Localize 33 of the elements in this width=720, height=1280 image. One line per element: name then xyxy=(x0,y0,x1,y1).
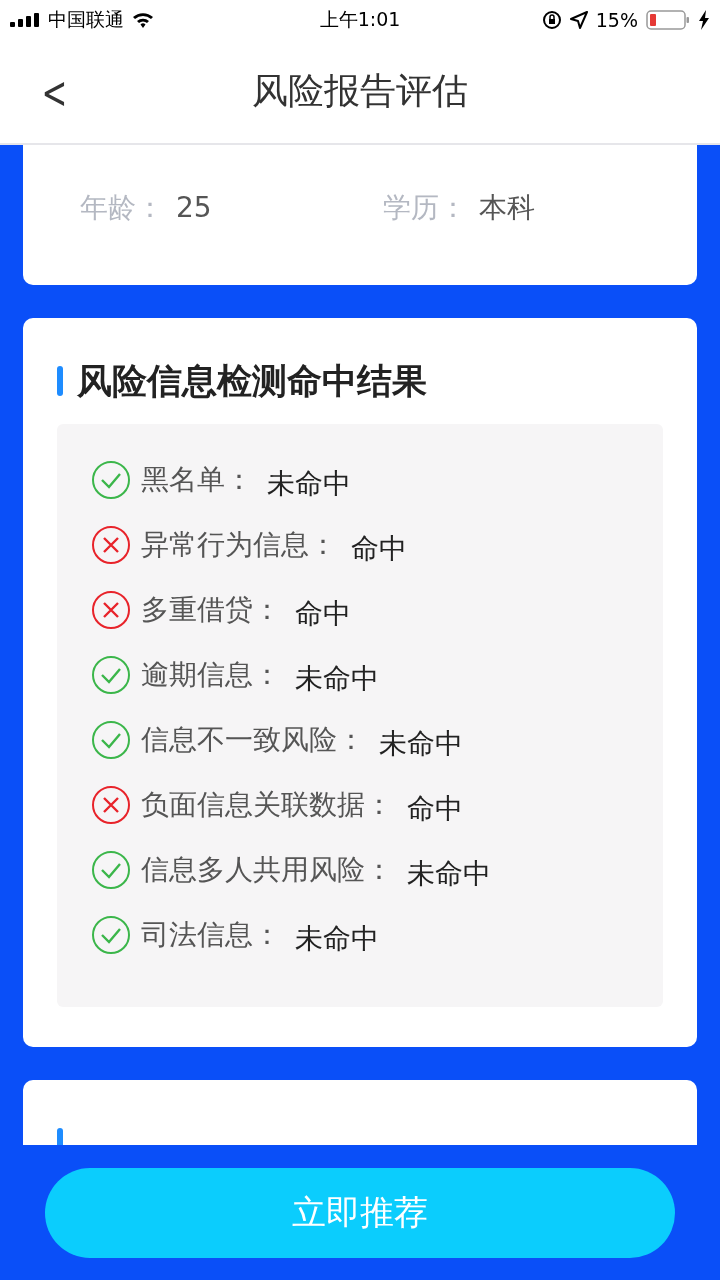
section-title: 风险信息检测命中结果 xyxy=(77,359,427,403)
rotation-lock-icon xyxy=(541,10,562,30)
risk-label: 负面信息关联数据： xyxy=(141,787,393,823)
risk-label: 黑名单： xyxy=(141,462,253,498)
battery-percent: 15% xyxy=(595,9,638,31)
field-label: 年龄： xyxy=(80,189,164,226)
section-marker xyxy=(57,366,63,396)
risk-result: 命中 xyxy=(351,531,407,567)
risk-result: 未命中 xyxy=(295,661,379,697)
carrier-name: 中国联通 xyxy=(48,7,124,32)
risk-label: 信息多人共用风险： xyxy=(141,852,393,888)
risk-label: 信息不一致风险： xyxy=(141,722,365,758)
clock-time: 上午1:01 xyxy=(319,7,401,32)
risk-result: 未命中 xyxy=(295,921,379,957)
charging-bolt-icon xyxy=(698,10,710,30)
back-button[interactable]: < xyxy=(37,66,72,117)
risk-result: 未命中 xyxy=(267,466,351,502)
field-value: 本科 xyxy=(479,189,535,226)
risk-result: 未命中 xyxy=(379,726,463,762)
risk-label: 逾期信息： xyxy=(141,657,281,693)
battery-icon xyxy=(646,10,690,30)
risk-result: 命中 xyxy=(295,596,351,632)
page-title: 风险报告评估 xyxy=(252,69,468,113)
risk-result: 命中 xyxy=(407,791,463,827)
signal-icon xyxy=(10,13,40,27)
location-arrow-icon xyxy=(569,11,588,29)
field-label: 学历： xyxy=(383,189,467,226)
field-value: 25 xyxy=(176,191,212,224)
wifi-icon xyxy=(132,12,154,28)
risk-label: 司法信息： xyxy=(141,917,281,953)
risk-label: 异常行为信息： xyxy=(141,527,337,563)
risk-label: 多重借贷： xyxy=(141,592,281,628)
risk-result: 未命中 xyxy=(407,856,491,892)
